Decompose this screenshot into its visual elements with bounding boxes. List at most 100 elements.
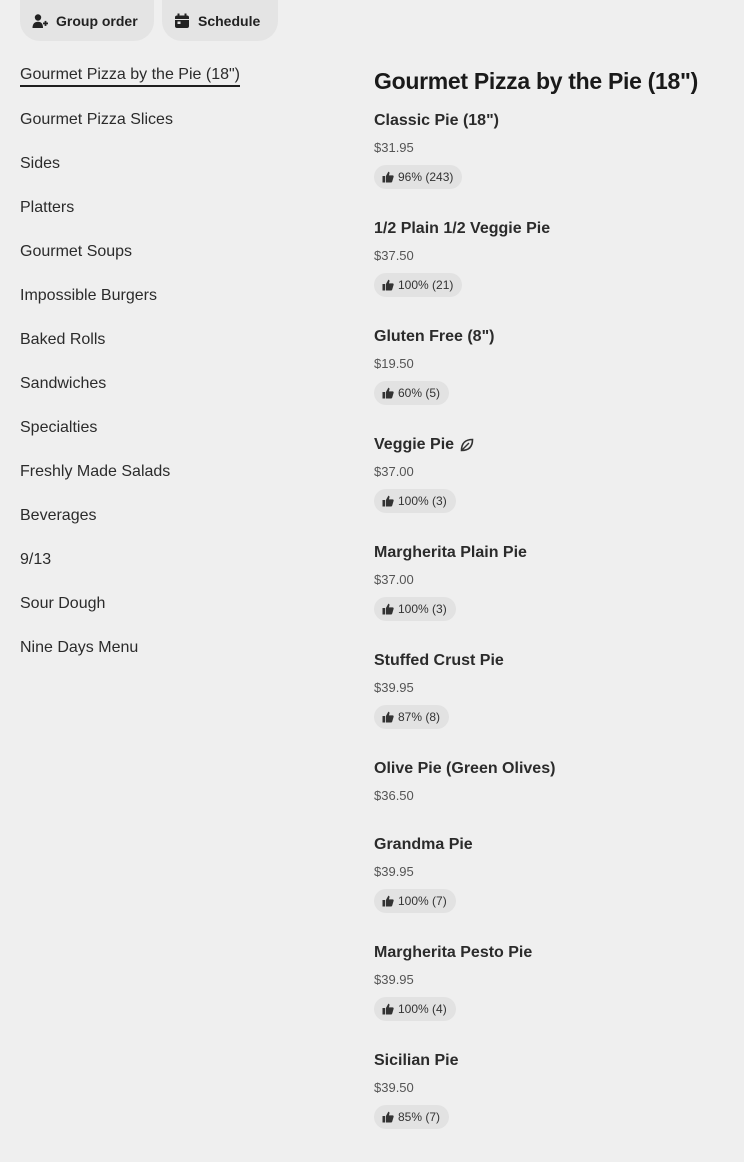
nav-item-label: Gourmet Pizza by the Pie (18") (20, 66, 240, 87)
menu-item-card[interactable]: Margherita Plain Pie $37.00 100% (3) (374, 532, 734, 640)
menu-item-name: Sicilian Pie (374, 1052, 458, 1070)
rating-badge: 60% (5) (374, 381, 450, 405)
menu-item-name: Margherita Pesto Pie (374, 944, 532, 962)
nav-item-label: Freshly Made Salads (20, 463, 171, 480)
menu-item-name: 1/2 Plain 1/2 Veggie Pie (374, 220, 550, 238)
nav-item-impossible-burgers[interactable]: Impossible Burgers (20, 274, 340, 318)
rating-text: 96% (243) (398, 170, 454, 184)
rating-text: 87% (8) (398, 710, 441, 724)
thumbs-up-icon (382, 1111, 394, 1123)
menu-item-card[interactable]: 1/2 Plain 1/2 Veggie Pie $37.50 100% (21… (374, 208, 734, 316)
rating-badge: 87% (8) (374, 705, 450, 729)
nav-item-nine-days-menu[interactable]: Nine Days Menu (20, 626, 340, 670)
group-order-button[interactable]: Group order (20, 0, 154, 41)
menu-item-price: $39.95 (374, 972, 414, 987)
category-nav: Gourmet Pizza by the Pie (18") Gourmet P… (20, 54, 340, 670)
menu-item-name: Stuffed Crust Pie (374, 652, 504, 670)
rating-badge: 100% (21) (374, 273, 463, 297)
menu-item-card[interactable]: Gluten Free (8") $19.50 60% (5) (374, 316, 734, 424)
nav-item-baked-rolls[interactable]: Baked Rolls (20, 318, 340, 362)
menu-item-card[interactable]: Stuffed Crust Pie $39.95 87% (8) (374, 640, 734, 748)
menu-item-card[interactable]: Veggie Pie $37.00 100% (3) (374, 424, 734, 532)
rating-badge: 100% (3) (374, 489, 456, 513)
nav-item-specialties[interactable]: Specialties (20, 406, 340, 450)
rating-text: 100% (21) (398, 278, 454, 292)
nav-item-label: Specialties (20, 419, 98, 436)
nav-item-gourmet-soups[interactable]: Gourmet Soups (20, 230, 340, 274)
menu-item-price: $37.50 (374, 248, 414, 263)
nav-item-sour-dough[interactable]: Sour Dough (20, 582, 340, 626)
schedule-label: Schedule (198, 12, 261, 29)
menu-item-name-text: Gluten Free (8") (374, 328, 495, 345)
menu-item-name-text: Margherita Pesto Pie (374, 944, 533, 961)
nav-item-sides[interactable]: Sides (20, 142, 340, 186)
nav-item-label: Sandwiches (20, 375, 107, 392)
nav-item-freshly-made-salads[interactable]: Freshly Made Salads (20, 450, 340, 494)
rating-text: 85% (7) (398, 1110, 441, 1124)
menu-item-card[interactable]: Sicilian Pie $39.50 85% (7) (374, 1040, 734, 1148)
nav-item-label: Sour Dough (20, 595, 106, 612)
rating-text: 100% (7) (398, 894, 447, 908)
thumbs-up-icon (382, 171, 394, 183)
nav-item-beverages[interactable]: Beverages (20, 494, 340, 538)
menu-item-price: $37.00 (374, 572, 414, 587)
menu-item-price: $19.50 (374, 356, 414, 371)
rating-badge: 100% (3) (374, 597, 456, 621)
menu-item-card[interactable]: Olive Pie (Green Olives) $36.50 (374, 748, 734, 824)
rating-text: 60% (5) (398, 386, 441, 400)
nav-item-gourmet-pizza-pie[interactable]: Gourmet Pizza by the Pie (18") (20, 54, 340, 98)
nav-item-label: Nine Days Menu (20, 639, 139, 656)
menu-item-name-text: Classic Pie (18") (374, 112, 499, 129)
menu-item-card[interactable]: Grandma Pie $39.95 100% (7) (374, 824, 734, 932)
menu-item-name-text: Olive Pie (Green Olives) (374, 760, 556, 777)
nav-item-label: Beverages (20, 507, 97, 524)
menu-item-name-text: 1/2 Plain 1/2 Veggie Pie (374, 220, 551, 237)
menu-item-name: Veggie Pie (374, 436, 474, 454)
rating-badge: 100% (7) (374, 889, 456, 913)
thumbs-up-icon (382, 895, 394, 907)
thumbs-up-icon (382, 603, 394, 615)
nav-item-label: Impossible Burgers (20, 287, 157, 304)
menu-item-name-text: Margherita Plain Pie (374, 544, 527, 561)
menu-item-price: $37.00 (374, 464, 414, 479)
rating-badge: 100% (4) (374, 997, 456, 1021)
menu-item-price: $39.50 (374, 1080, 414, 1095)
menu-item-name: Classic Pie (18") (374, 112, 499, 130)
nav-item-label: Gourmet Pizza Slices (20, 111, 173, 128)
menu-item-price: $36.50 (374, 788, 414, 803)
nav-item-platters[interactable]: Platters (20, 186, 340, 230)
menu-item-name: Grandma Pie (374, 836, 473, 854)
menu-item-price: $31.95 (374, 140, 414, 155)
menu-item-card[interactable]: Classic Pie (18") $31.95 96% (243) (374, 100, 734, 208)
thumbs-up-icon (382, 495, 394, 507)
rating-text: 100% (3) (398, 602, 447, 616)
rating-text: 100% (3) (398, 494, 447, 508)
add-person-icon (32, 13, 48, 29)
menu-item-name-text: Veggie Pie (374, 436, 455, 453)
nav-item-label: Platters (20, 199, 75, 216)
menu-item-name-text: Sicilian Pie (374, 1052, 459, 1069)
thumbs-up-icon (382, 1003, 394, 1015)
rating-badge: 96% (243) (374, 165, 463, 189)
menu-item-name: Olive Pie (Green Olives) (374, 760, 555, 778)
thumbs-up-icon (382, 279, 394, 291)
leaf-icon (460, 438, 474, 452)
top-toolbar: Group order Schedule (20, 0, 278, 41)
section-title: Gourmet Pizza by the Pie (18") (374, 68, 698, 94)
rating-text: 100% (4) (398, 1002, 447, 1016)
rating-badge: 85% (7) (374, 1105, 450, 1129)
nav-item-9-13[interactable]: 9/13 (20, 538, 340, 582)
menu-item-name: Margherita Plain Pie (374, 544, 527, 562)
nav-item-label: 9/13 (20, 551, 52, 568)
thumbs-up-icon (382, 711, 394, 723)
menu-item-price: $39.95 (374, 864, 414, 879)
nav-item-sandwiches[interactable]: Sandwiches (20, 362, 340, 406)
nav-item-label: Gourmet Soups (20, 243, 133, 260)
nav-item-label: Baked Rolls (20, 331, 106, 348)
schedule-button[interactable]: Schedule (162, 0, 278, 41)
menu-item-name: Gluten Free (8") (374, 328, 495, 346)
menu-item-card[interactable]: Margherita Pesto Pie $39.95 100% (4) (374, 932, 734, 1040)
nav-item-gourmet-pizza-slices[interactable]: Gourmet Pizza Slices (20, 98, 340, 142)
menu-item-name-text: Grandma Pie (374, 836, 473, 853)
menu-item-price: $39.95 (374, 680, 414, 695)
